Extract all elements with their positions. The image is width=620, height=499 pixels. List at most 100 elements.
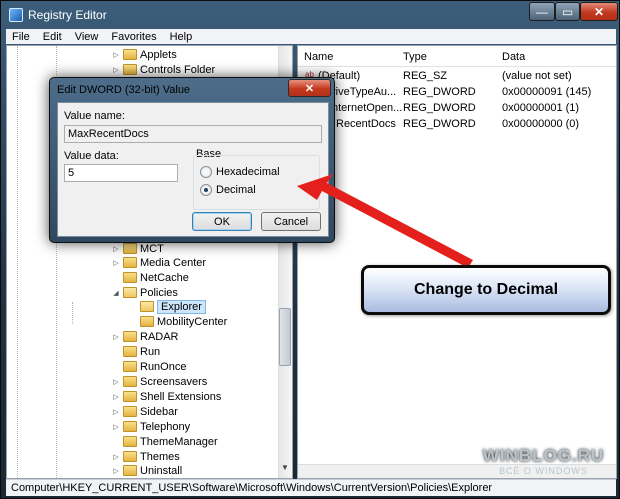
- minimize-button[interactable]: —: [529, 2, 555, 21]
- tree-node-label: ThemeManager: [140, 435, 218, 448]
- tree-node-label: RADAR: [140, 330, 179, 343]
- tree-node-label: Uninstall: [140, 464, 183, 477]
- value-name: RecentDocs: [336, 118, 396, 130]
- decimal-label: Decimal: [216, 184, 256, 196]
- folder-icon: [123, 64, 137, 75]
- folder-icon: [123, 257, 137, 268]
- radio-button-icon[interactable]: [200, 166, 212, 178]
- tree-node-label: MCT: [140, 242, 164, 255]
- menu-help[interactable]: Help: [170, 31, 193, 43]
- menu-favorites[interactable]: Favorites: [111, 31, 156, 43]
- value-type: REG_DWORD: [403, 118, 476, 130]
- tree-node-explorer[interactable]: Explorer: [128, 299, 206, 314]
- folder-icon: [123, 451, 137, 462]
- expand-arrow-icon[interactable]: ▷: [111, 423, 121, 431]
- tree-node-label: Sidebar: [140, 405, 178, 418]
- value-name: riveTypeAu...: [332, 86, 397, 98]
- scroll-down-arrow-icon[interactable]: ▼: [279, 463, 291, 477]
- close-button[interactable]: ✕: [580, 2, 618, 21]
- hexadecimal-radio[interactable]: Hexadecimal: [200, 166, 280, 178]
- expand-arrow-icon[interactable]: ▷: [111, 378, 121, 386]
- value-name-field: MaxRecentDocs: [64, 125, 322, 143]
- callout-box: Change to Decimal: [361, 265, 611, 315]
- maximize-button[interactable]: ▭: [555, 2, 580, 21]
- column-header-name[interactable]: Name: [304, 51, 333, 63]
- tree-node-label: Shell Extensions: [140, 390, 222, 403]
- tree-node-controls-folder[interactable]: ▷ Controls Folder: [111, 62, 215, 77]
- expand-arrow-icon[interactable]: ▷: [111, 333, 121, 341]
- expand-arrow-icon[interactable]: ▷: [111, 66, 121, 74]
- collapse-arrow-icon[interactable]: ◢: [111, 289, 121, 297]
- tree-node-thememanager[interactable]: ThemeManager: [111, 434, 218, 449]
- radio-button-selected-icon[interactable]: [200, 184, 212, 196]
- folder-icon: [123, 243, 137, 254]
- tree-node-applets[interactable]: ▷ Applets: [111, 47, 177, 62]
- tree-node-label: Screensavers: [140, 375, 208, 388]
- folder-icon: [123, 421, 137, 432]
- tree-node-label: Run: [140, 345, 161, 358]
- expand-arrow-icon[interactable]: ▷: [111, 408, 121, 416]
- tree-node-mobilitycenter[interactable]: MobilityCenter: [128, 314, 227, 329]
- tree-node-uninstall[interactable]: ▷ Uninstall: [111, 463, 182, 478]
- value-row[interactable]: ab (Default) REG_SZ (value not set): [298, 68, 616, 84]
- folder-icon: [123, 346, 137, 357]
- folder-icon: [123, 465, 137, 476]
- ok-button[interactable]: OK: [192, 212, 252, 231]
- tree-node-themes[interactable]: ▷ Themes: [111, 449, 180, 464]
- value-name-label: Value name:: [64, 110, 125, 122]
- arrow-shape: [297, 174, 473, 268]
- value-data-input[interactable]: 5: [64, 164, 178, 182]
- column-header-type[interactable]: Type: [403, 51, 427, 63]
- registry-app-icon: [9, 8, 23, 22]
- title-bar[interactable]: Registry Editor — ▭ ✕: [1, 1, 620, 29]
- expand-arrow-icon[interactable]: ▷: [111, 51, 121, 59]
- tree-node-netcache[interactable]: NetCache: [111, 270, 189, 285]
- tree-guide-line: [17, 46, 18, 478]
- dialog-close-button[interactable]: ✕: [288, 79, 331, 97]
- watermark-line1: WINBLOG.RU: [482, 446, 605, 465]
- value-type: REG_SZ: [403, 70, 448, 82]
- tree-node-sidebar[interactable]: ▷ Sidebar: [111, 404, 178, 419]
- tree-node-label: NetCache: [140, 271, 189, 284]
- expand-arrow-icon[interactable]: ▷: [111, 467, 121, 475]
- tree-node-policies[interactable]: ◢ Policies: [111, 285, 178, 300]
- menu-edit[interactable]: Edit: [43, 31, 62, 43]
- value-type: REG_DWORD: [403, 102, 476, 114]
- tree-node-radar[interactable]: ▷ RADAR: [111, 329, 179, 344]
- folder-icon: [123, 391, 137, 402]
- tree-node-telephony[interactable]: ▷ Telephony: [111, 419, 190, 434]
- tree-node-screensavers[interactable]: ▷ Screensavers: [111, 374, 207, 389]
- tree-node-run[interactable]: Run: [111, 344, 160, 359]
- watermark-line2: ВСЁ О WINDOWS: [499, 466, 588, 476]
- tree-node-media-center[interactable]: ▷ Media Center: [111, 255, 206, 270]
- menu-file[interactable]: File: [12, 31, 30, 43]
- value-data-label: Value data:: [64, 150, 119, 162]
- expand-arrow-icon[interactable]: ▷: [111, 259, 121, 267]
- value-row[interactable]: riveTypeAu... REG_DWORD 0x00000091 (145): [298, 84, 616, 100]
- tree-node-label: Applets: [140, 48, 177, 61]
- folder-icon: [123, 331, 137, 342]
- callout-text: Change to Decimal: [413, 281, 559, 298]
- tree-node-label: Themes: [140, 450, 180, 463]
- folder-icon: [123, 406, 137, 417]
- menu-bar: File Edit View Favorites Help: [6, 29, 616, 44]
- tree-node-label: RunOnce: [140, 360, 187, 373]
- expand-arrow-icon[interactable]: ▷: [111, 453, 121, 461]
- tree-node-shell-extensions[interactable]: ▷ Shell Extensions: [111, 389, 221, 404]
- tree-node-mct[interactable]: ▷ MCT: [111, 241, 164, 256]
- value-data: (value not set): [502, 70, 572, 82]
- value-name: nternetOpen...: [332, 102, 403, 114]
- column-header-data[interactable]: Data: [502, 51, 525, 63]
- value-row[interactable]: nternetOpen... REG_DWORD 0x00000001 (1): [298, 100, 616, 116]
- value-row[interactable]: RecentDocs REG_DWORD 0x00000000 (0): [298, 116, 616, 132]
- value-data: 0x00000091 (145): [502, 86, 592, 98]
- menu-view[interactable]: View: [75, 31, 99, 43]
- decimal-radio[interactable]: Decimal: [200, 184, 256, 196]
- folder-open-icon: [123, 287, 137, 298]
- tree-node-label-selected: Explorer: [157, 299, 206, 314]
- folder-open-icon: [140, 301, 154, 312]
- tree-node-runonce[interactable]: RunOnce: [111, 359, 186, 374]
- scrollbar-thumb[interactable]: [279, 308, 291, 366]
- expand-arrow-icon[interactable]: ▷: [111, 393, 121, 401]
- expand-arrow-icon[interactable]: ▷: [111, 245, 121, 253]
